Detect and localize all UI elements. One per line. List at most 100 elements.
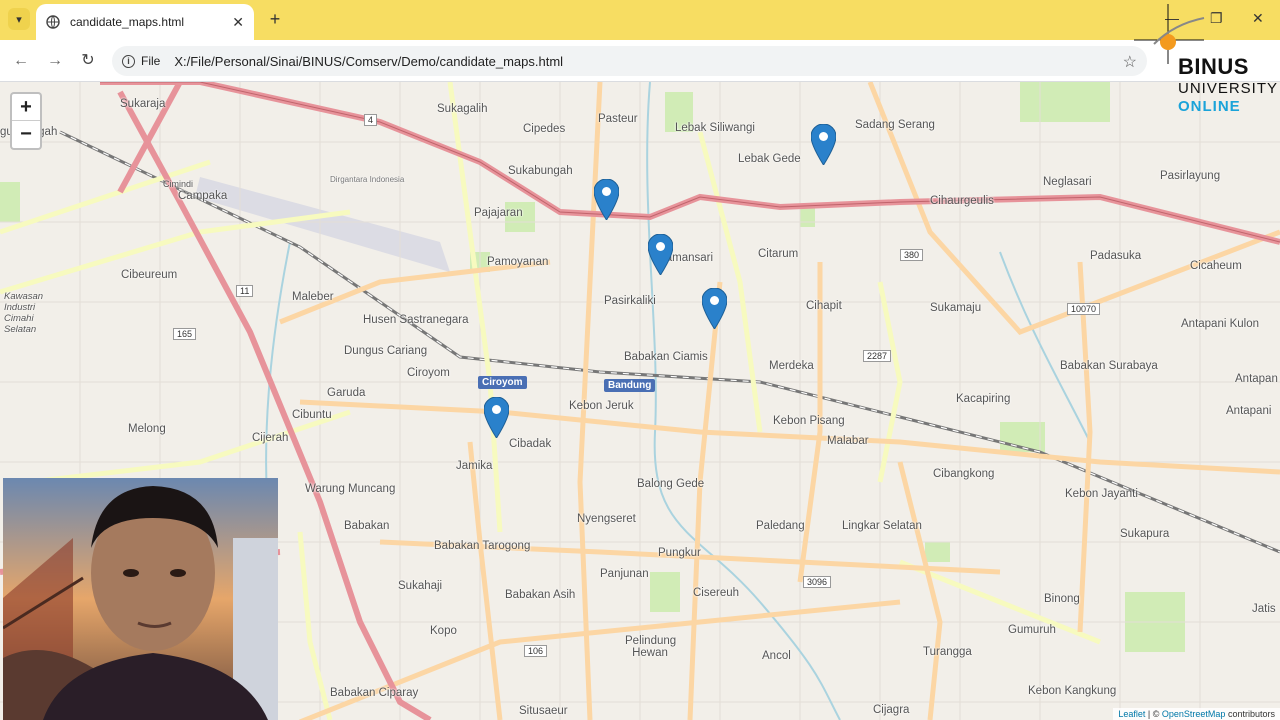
station-label: Bandung — [604, 379, 656, 392]
map-marker[interactable] — [648, 234, 673, 275]
forward-icon[interactable]: → — [44, 50, 66, 72]
place-label: Pungkur — [658, 547, 701, 559]
place-label: Situsaeur — [519, 705, 568, 717]
binus-logo: BINUS UNIVERSITY ONLINE — [1134, 4, 1280, 116]
place-label: Citarum — [758, 248, 799, 260]
place-label: Babakan Asih — [505, 589, 576, 601]
reload-icon[interactable]: ↻ — [77, 50, 99, 72]
place-label: Lingkar Selatan — [842, 520, 922, 532]
place-label: Antapan — [1235, 373, 1278, 385]
road-shield: 11 — [236, 285, 254, 297]
place-label: Cimindi — [163, 179, 194, 189]
place-label: Padasuka — [1090, 250, 1142, 262]
place-label: Sukamaju — [930, 302, 982, 314]
station-label: Ciroyom — [478, 376, 527, 389]
road-shield: 380 — [900, 249, 924, 261]
place-label: Jamika — [456, 460, 493, 472]
place-label: Cijagra — [873, 704, 910, 716]
map-marker[interactable] — [811, 124, 836, 165]
logo-university: UNIVERSITY — [1178, 80, 1279, 97]
place-label: Sukagalih — [437, 103, 488, 115]
place-label: Antapani — [1226, 405, 1272, 417]
leaflet-link[interactable]: Leaflet — [1118, 709, 1145, 719]
place-label: Sukahaji — [398, 580, 443, 592]
place-label: Warung Muncang — [305, 483, 396, 495]
place-label: Ancol — [762, 650, 791, 662]
place-label: Babakan Ciparay — [330, 687, 419, 699]
logo-online: ONLINE — [1178, 98, 1241, 115]
site-info-chip[interactable]: i File — [122, 54, 160, 68]
place-label: Cisereuh — [693, 587, 740, 599]
place-label: Paledang — [756, 520, 805, 532]
place-label: Turangga — [923, 646, 972, 658]
new-tab-button[interactable]: + — [265, 8, 285, 30]
road-shield: 2287 — [863, 350, 892, 362]
road-shield: 165 — [173, 328, 197, 340]
tab-title: candidate_maps.html — [70, 15, 185, 29]
place-label: Panjunan — [600, 568, 649, 580]
map-marker[interactable] — [702, 288, 727, 329]
place-label: Balong Gede — [637, 478, 705, 490]
attribution-contributors: contributors — [1227, 709, 1275, 719]
place-label: Kebon Kangkung — [1028, 685, 1117, 697]
tab-bar: ▾ candidate_maps.html ✕ + — ❐ ✕ — [0, 0, 1280, 40]
place-label: Merdeka — [769, 360, 814, 372]
map-marker[interactable] — [594, 179, 619, 220]
place-label: Cibeureum — [121, 269, 178, 281]
tab-search-button[interactable]: ▾ — [8, 8, 30, 30]
place-label: Kopo — [430, 625, 457, 637]
place-label: Cijerah — [252, 432, 289, 444]
site-chip-label: File — [141, 54, 161, 68]
place-label: Pajajaran — [474, 207, 523, 219]
place-label: Lebak Gede — [738, 153, 801, 165]
place-label: Husen Sastranegara — [363, 314, 469, 326]
place-label: Pasteur — [598, 113, 638, 125]
road-shield: 3096 — [803, 576, 832, 588]
zoom-control: + − — [10, 92, 42, 150]
place-label: Cihapit — [806, 300, 842, 312]
place-label: Lebak Siliwangi — [675, 122, 755, 134]
place-label: Kebon Pisang — [773, 415, 845, 427]
place-label: Cibuntu — [292, 409, 332, 421]
place-label: Cibangkong — [933, 468, 995, 480]
attribution-sep: | © — [1147, 709, 1160, 719]
place-label: Nyengseret — [577, 513, 636, 525]
place-label: Jatis — [1252, 603, 1276, 615]
place-label: Melong — [128, 423, 166, 435]
place-label: Garuda — [327, 387, 366, 399]
tab-active[interactable]: candidate_maps.html ✕ — [36, 4, 254, 40]
place-label: Neglasari — [1043, 176, 1092, 188]
place-label: Campaka — [178, 190, 228, 202]
browser-toolbar: ← → ↻ i File X:/File/Personal/Sinai/BINU… — [0, 40, 1280, 82]
close-tab-icon[interactable]: ✕ — [232, 14, 244, 31]
osm-link[interactable]: OpenStreetMap — [1162, 709, 1226, 719]
map-attribution: Leaflet | © OpenStreetMap contributors — [1113, 708, 1280, 720]
place-label: Sukabungah — [508, 165, 573, 177]
place-label: Dirgantara Indonesia — [330, 175, 405, 184]
place-label: Malabar — [827, 435, 869, 447]
back-icon[interactable]: ← — [10, 50, 32, 72]
place-label: Pasirlayung — [1160, 170, 1221, 182]
zoom-in-button[interactable]: + — [12, 94, 40, 121]
place-label: Pelindung Hewan — [625, 635, 677, 659]
place-label: Cihaurgeulis — [930, 195, 994, 207]
place-label: Binong — [1044, 593, 1080, 605]
place-label: Sukaraja — [120, 98, 166, 110]
globe-icon — [46, 15, 60, 29]
road-shield: 106 — [524, 645, 548, 657]
place-label: Kawasan Industri Cimahi Selatan — [4, 291, 44, 335]
place-label: Dungus Cariang — [344, 345, 428, 357]
map-marker[interactable] — [484, 397, 509, 438]
place-label: Sukapura — [1120, 528, 1170, 540]
address-bar[interactable]: i File X:/File/Personal/Sinai/BINUS/Coms… — [112, 46, 1147, 76]
place-label: Babakan — [344, 520, 390, 532]
place-label: Kebon Jeruk — [569, 400, 634, 412]
webcam-overlay — [3, 478, 278, 720]
place-label: Babakan Tarogong — [434, 540, 531, 552]
url-text[interactable]: X:/File/Personal/Sinai/BINUS/Comserv/Dem… — [174, 54, 563, 69]
place-label: Kebon Jayanti — [1065, 488, 1138, 500]
zoom-out-button[interactable]: − — [12, 121, 40, 148]
presenter-video — [3, 478, 278, 720]
place-label: Sadang Serang — [855, 119, 935, 131]
place-label: Cibadak — [509, 438, 552, 450]
